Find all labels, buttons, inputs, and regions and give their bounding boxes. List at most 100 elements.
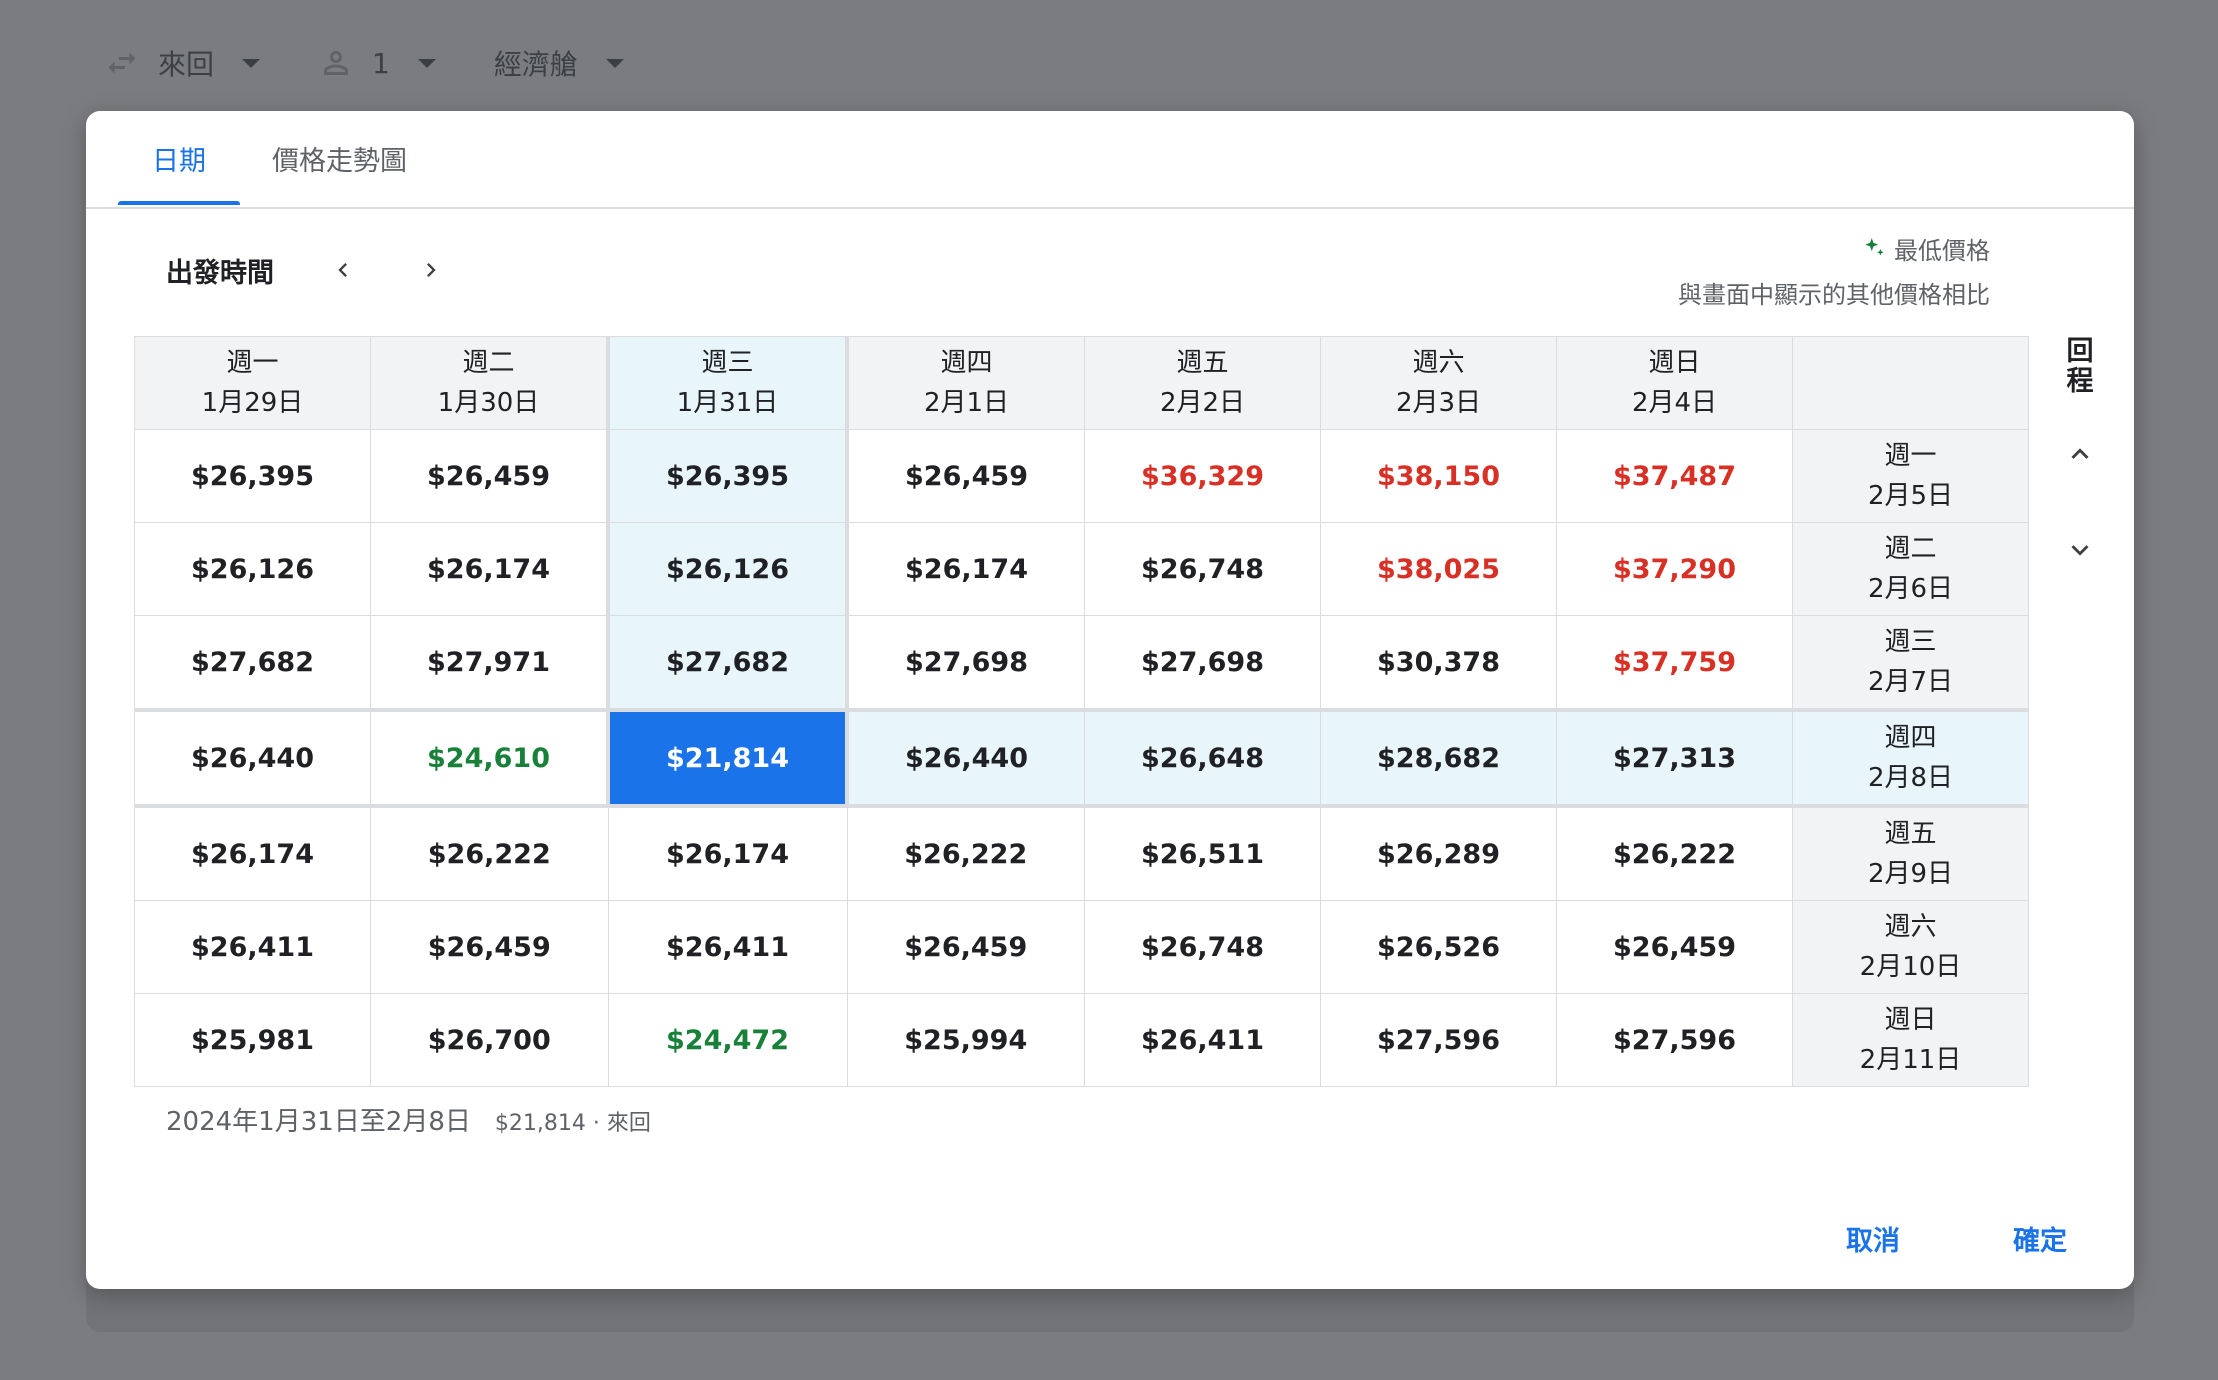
price-cell[interactable]: $27,698 <box>1084 615 1321 711</box>
caret-down-icon <box>605 58 624 68</box>
price-cell[interactable]: $26,289 <box>1320 805 1557 901</box>
sparkle-icon <box>1865 237 1884 255</box>
price-cell[interactable]: $27,698 <box>846 615 1085 711</box>
grid-row: $27,682 $27,971 $27,682 $27,698 $27,698 $30,3… <box>134 615 2029 711</box>
price-cell[interactable]: $37,290 <box>1556 522 1793 616</box>
price-cell[interactable]: $26,511 <box>1084 805 1321 901</box>
lowest-price-subtitle: 與畫面中顯示的其他價格相比 <box>1678 281 1990 309</box>
price-cell[interactable]: $27,596 <box>1320 993 1557 1087</box>
price-cell[interactable]: $26,748 <box>1084 900 1321 994</box>
trip-type-select[interactable]: 來回 <box>104 43 261 83</box>
header-weekday: 週四 <box>940 348 993 378</box>
price-cell[interactable]: $26,411 <box>134 900 371 994</box>
passengers-select[interactable]: 1 <box>318 45 436 81</box>
price-cell[interactable]: $26,411 <box>1084 993 1321 1087</box>
price-cell[interactable]: $37,487 <box>1556 429 1793 523</box>
price-cell[interactable]: $26,174 <box>607 805 848 901</box>
tab-price-graph[interactable]: 價格走勢圖 <box>272 139 407 178</box>
header-date: 1月31日 <box>676 388 779 418</box>
price-cell[interactable]: $24,472 <box>607 993 848 1087</box>
cabin-label: 經濟艙 <box>493 48 578 81</box>
cabin-select[interactable]: 經濟艙 <box>494 43 624 83</box>
header-weekday: 週三 <box>701 348 754 378</box>
caret-down-icon <box>417 58 436 68</box>
row-weekday: 週五 <box>1884 819 1937 849</box>
price-cell[interactable]: $21,814 <box>606 708 849 808</box>
next-return-button[interactable] <box>2056 526 2104 574</box>
price-cell[interactable]: $26,440 <box>846 708 1085 808</box>
passengers-count: 1 <box>372 46 390 80</box>
price-cell[interactable]: $28,682 <box>1320 708 1557 808</box>
departure-date-header: 週六 2月3日 <box>1320 336 1557 430</box>
price-cell[interactable]: $26,174 <box>134 805 371 901</box>
prev-return-button[interactable] <box>2056 430 2104 478</box>
chevron-right-icon <box>427 263 436 277</box>
row-date: 2月7日 <box>1867 667 1954 697</box>
row-date: 2月5日 <box>1867 481 1954 511</box>
row-weekday: 週四 <box>1884 723 1937 753</box>
price-cell[interactable]: $25,994 <box>846 993 1085 1087</box>
confirm-button[interactable]: 確定 <box>2013 1219 2067 1258</box>
grid-row: $26,411 $26,459 $26,411 $26,459 $26,748 $26,5… <box>134 900 2029 994</box>
price-cell[interactable]: $26,222 <box>370 805 609 901</box>
price-cell[interactable]: $27,682 <box>134 615 371 711</box>
header-date: 2月2日 <box>1159 388 1246 418</box>
grid-header-row: 週一 1月29日 週二 1月30日 週三 1月31日 週四 2月1日 週五 2月2日 週六 2月3日週… <box>134 336 2029 430</box>
price-cell[interactable]: $25,981 <box>134 993 371 1087</box>
price-cell[interactable]: $38,025 <box>1320 522 1557 616</box>
departure-date-header: 週五 2月2日 <box>1084 336 1321 430</box>
header-date: 1月30日 <box>437 388 540 418</box>
price-cell[interactable]: $26,526 <box>1320 900 1557 994</box>
price-cell[interactable]: $24,610 <box>370 708 609 808</box>
price-cell[interactable]: $26,748 <box>1084 522 1321 616</box>
price-cell[interactable]: $26,174 <box>846 522 1085 616</box>
price-cell[interactable]: $26,395 <box>134 429 371 523</box>
row-date: 2月8日 <box>1867 763 1954 793</box>
price-cell[interactable]: $26,459 <box>370 429 609 523</box>
grid-row: $26,126 $26,174 $26,126 $26,174 $26,748 $38,0… <box>134 522 2029 616</box>
cancel-button[interactable]: 取消 <box>1846 1219 1900 1258</box>
price-cell[interactable]: $26,648 <box>1084 708 1321 808</box>
price-cell[interactable]: $26,222 <box>1556 805 1793 901</box>
tab-dates[interactable]: 日期 <box>152 139 206 178</box>
price-cell[interactable]: $26,459 <box>846 900 1085 994</box>
grid-row: $26,174 $26,222 $26,174 $26,222 $26,511 $26,2… <box>134 805 2029 901</box>
prev-departure-button[interactable] <box>322 249 364 291</box>
price-cell[interactable]: $37,759 <box>1556 615 1793 711</box>
price-cell[interactable]: $30,378 <box>1320 615 1557 711</box>
chevron-down-icon <box>2071 545 2089 556</box>
header-weekday: 週一 <box>226 348 279 378</box>
grid-row: $26,395 $26,459 $26,395 $26,459 $36,329 $38,1… <box>134 429 2029 523</box>
header-weekday: 週日 <box>1648 348 1701 378</box>
price-cell[interactable]: $26,459 <box>370 900 609 994</box>
price-cell[interactable]: $26,459 <box>846 429 1085 523</box>
price-cell[interactable]: $26,459 <box>1556 900 1793 994</box>
price-cell[interactable]: $36,329 <box>1084 429 1321 523</box>
price-cell[interactable]: $27,313 <box>1556 708 1793 808</box>
header-date: 2月3日 <box>1395 388 1482 418</box>
price-cell[interactable]: $27,682 <box>606 615 849 711</box>
price-cell[interactable]: $27,971 <box>370 615 609 711</box>
price-cell[interactable]: $26,440 <box>134 708 371 808</box>
price-cell[interactable]: $26,700 <box>370 993 609 1087</box>
return-date-header: 週日 2月11日 <box>1792 993 2029 1087</box>
price-cell[interactable]: $26,222 <box>846 805 1085 901</box>
row-date: 2月9日 <box>1867 859 1954 889</box>
price-cell[interactable]: $26,126 <box>134 522 371 616</box>
row-weekday: 週二 <box>1884 534 1937 564</box>
price-cell[interactable]: $38,150 <box>1320 429 1557 523</box>
price-cell[interactable]: $26,174 <box>370 522 609 616</box>
summary-dates: 2024年1月31日至2月8日 <box>166 1107 471 1137</box>
price-cell[interactable]: $26,126 <box>606 522 849 616</box>
person-icon <box>324 51 349 75</box>
row-date: 2月10日 <box>1859 952 1962 982</box>
swap-arrows-icon <box>108 52 136 74</box>
price-cell[interactable]: $27,596 <box>1556 993 1793 1087</box>
price-cell[interactable]: $26,395 <box>606 429 849 523</box>
trip-type-label: 來回 <box>158 48 215 81</box>
return-date-header: 週四 2月8日 <box>1792 708 2029 808</box>
next-departure-button[interactable] <box>410 249 452 291</box>
departure-label: 出發時間 <box>166 258 274 289</box>
header-date: 1月29日 <box>201 388 304 418</box>
price-cell[interactable]: $26,411 <box>607 900 848 994</box>
